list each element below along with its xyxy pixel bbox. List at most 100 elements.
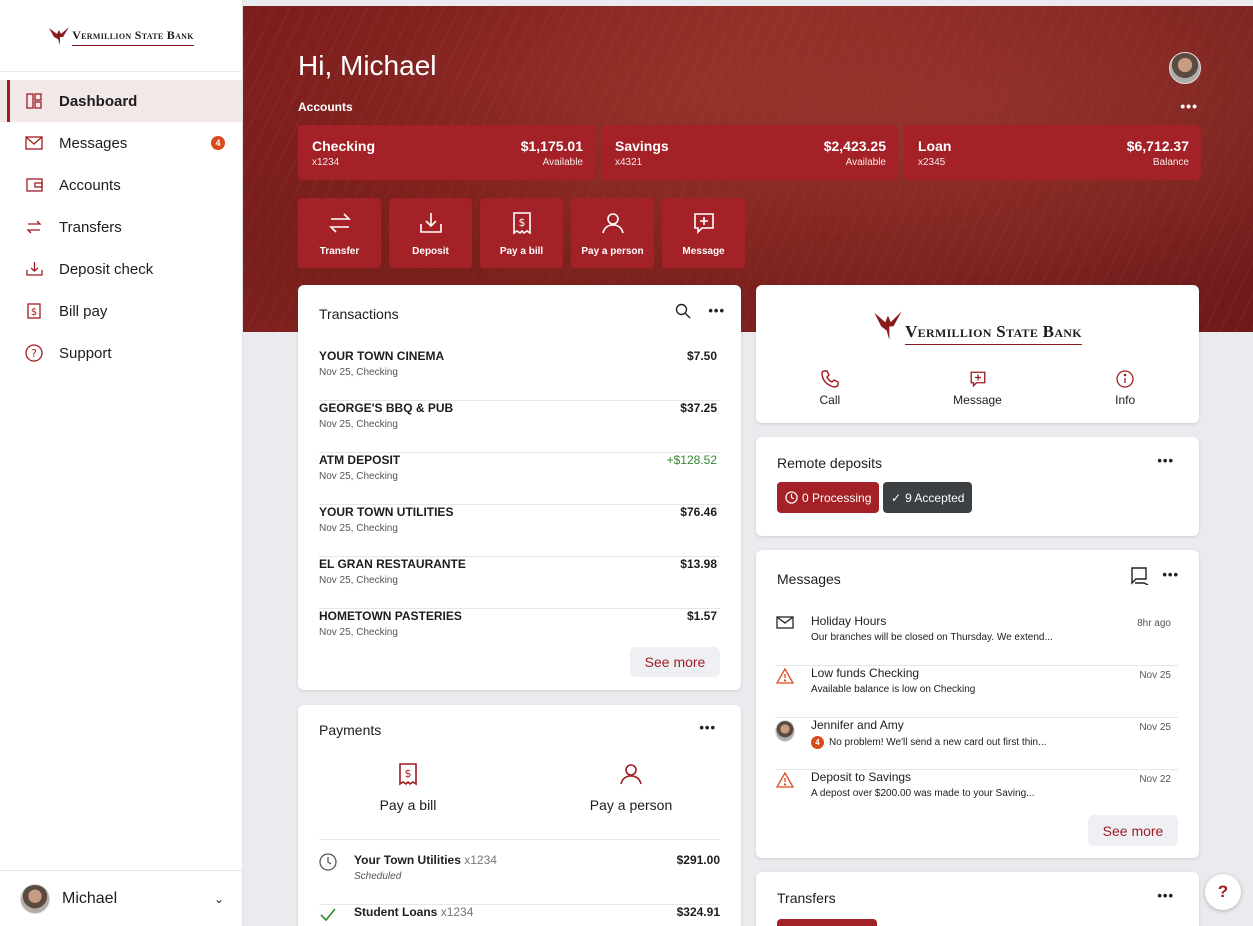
envelope-icon (24, 133, 44, 153)
list-item[interactable]: Low funds Checking Available balance is … (775, 666, 1178, 718)
info-button[interactable]: Info (1051, 369, 1199, 407)
transactions-card: Transactions ••• YOUR TOWN CINEMA Nov 25… (298, 285, 741, 690)
sidebar-item-bill-pay[interactable]: $ Bill pay (0, 290, 242, 332)
message-preview: Our branches will be closed on Thursday.… (811, 632, 1053, 643)
pay-bill-button[interactable]: $ Pay a bill (480, 198, 563, 268)
accepted-count: 9 Accepted (905, 490, 965, 505)
sidebar-item-label: Support (59, 344, 112, 362)
more-options-icon[interactable]: ••• (1180, 98, 1198, 114)
bill-icon: $ (512, 210, 532, 236)
call-button[interactable]: Call (756, 369, 904, 407)
message-button[interactable]: Message (904, 369, 1052, 407)
more-options-icon[interactable]: ••• (1157, 453, 1174, 468)
bank-logo[interactable]: Vermillion State Bank (0, 0, 242, 72)
transaction-date: Nov 25, Checking (319, 523, 398, 534)
more-options-icon[interactable]: ••• (708, 303, 725, 318)
list-item[interactable]: Holiday Hours Our branches will be close… (775, 614, 1178, 666)
svg-text:?: ? (31, 347, 37, 360)
transaction-amount: $7.50 (686, 349, 717, 363)
table-row[interactable]: YOUR TOWN UTILITIES Nov 25, Checking $76… (319, 505, 720, 557)
account-card-savings[interactable]: Savings x4321 $2,423.25 Available (601, 125, 898, 180)
sidebar-item-label: Accounts (59, 176, 121, 194)
see-more-transactions-button[interactable]: See more (630, 647, 720, 677)
warning-icon (775, 668, 795, 684)
user-name: Michael (62, 889, 118, 907)
deposit-icon (24, 259, 44, 279)
quick-actions: Transfer Deposit $ Pay a bill Pay a pers… (298, 198, 745, 268)
transaction-name: YOUR TOWN UTILITIES (319, 505, 454, 519)
sidebar-item-support[interactable]: ? Support (0, 332, 242, 374)
more-options-icon[interactable]: ••• (1162, 567, 1179, 582)
sidebar-item-transfers[interactable]: Transfers (0, 206, 242, 248)
list-item[interactable]: Jennifer and Amy 4 No problem! We'll send… (775, 718, 1178, 770)
info-label: Info (1115, 393, 1136, 407)
transaction-name: GEORGE'S BBQ & PUB (319, 401, 454, 415)
pay-person-button[interactable]: Pay a person (571, 198, 654, 268)
bill-icon: $ (24, 301, 44, 321)
svg-text:$: $ (31, 307, 37, 318)
payee-name: Student Loans x1234 (354, 905, 474, 919)
divider (319, 839, 720, 840)
payment-amount: $291.00 (676, 853, 720, 867)
pay-person-option[interactable]: Pay a person (576, 762, 686, 813)
sidebar-item-label: Transfers (59, 218, 122, 236)
table-row[interactable]: GEORGE'S BBQ & PUB Nov 25, Checking $37.… (319, 401, 720, 453)
transfers-action-button[interactable] (777, 919, 877, 926)
unread-count-badge: 4 (811, 736, 824, 749)
account-balance: $1,175.01 (520, 138, 583, 154)
list-item[interactable]: Your Town Utilities x1234 Scheduled $291… (319, 853, 720, 905)
check-icon (319, 905, 337, 926)
table-row[interactable]: YOUR TOWN CINEMA Nov 25, Checking $7.50 (319, 349, 720, 401)
sidebar-nav: Dashboard Messages 4 Accounts Transfers (0, 80, 242, 374)
action-label: Pay a bill (499, 246, 544, 257)
sidebar-item-deposit-check[interactable]: Deposit check (0, 248, 242, 290)
more-options-icon[interactable]: ••• (1157, 888, 1174, 903)
transaction-name: YOUR TOWN CINEMA (319, 349, 445, 363)
table-row[interactable]: ATM DEPOSIT Nov 25, Checking +$128.52 (319, 453, 720, 505)
warning-icon (775, 772, 795, 788)
transactions-title: Transactions (319, 306, 399, 322)
person-icon (619, 764, 643, 790)
account-card-loan[interactable]: Loan x2345 $6,712.37 Balance (904, 125, 1201, 180)
message-plus-icon (904, 369, 1052, 389)
sidebar-item-label: Dashboard (59, 92, 138, 110)
chat-icon[interactable] (1131, 567, 1149, 590)
sidebar-item-dashboard[interactable]: Dashboard (0, 80, 242, 122)
message-subject: Holiday Hours (811, 614, 887, 628)
message-button[interactable]: Message (662, 198, 745, 268)
action-label: Transfer (319, 246, 360, 257)
sidebar-item-accounts[interactable]: Accounts (0, 164, 242, 206)
payment-amount: $324.91 (676, 905, 720, 919)
sidebar-item-label: Deposit check (59, 260, 154, 278)
pay-bill-option[interactable]: $ Pay a bill (358, 762, 458, 813)
pay-person-label: Pay a person (589, 797, 673, 813)
avatar (20, 883, 50, 914)
user-menu[interactable]: Michael ⌄ (0, 870, 242, 926)
more-options-icon[interactable]: ••• (699, 720, 716, 735)
message-time: Nov 25 (1139, 722, 1171, 733)
help-button[interactable]: ? (1205, 874, 1241, 910)
processing-filter-button[interactable]: 0 Processing (777, 482, 880, 513)
sidebar-item-messages[interactable]: Messages 4 (0, 122, 242, 164)
transaction-amount: +$128.52 (666, 453, 717, 467)
message-preview: Available balance is low on Checking (811, 684, 976, 695)
table-row[interactable]: EL GRAN RESTAURANTE Nov 25, Checking $13… (319, 557, 720, 609)
call-label: Call (819, 393, 841, 407)
help-circle-icon: ? (24, 343, 44, 363)
avatar[interactable] (1169, 52, 1201, 84)
action-label: Message (682, 246, 725, 257)
bank-contact-card: Vermillion State Bank Call Message Info (756, 285, 1199, 423)
accounts-label: Accounts (298, 100, 353, 114)
deposit-button[interactable]: Deposit (389, 198, 472, 268)
search-icon[interactable] (675, 303, 691, 324)
transfer-button[interactable]: Transfer (298, 198, 381, 268)
transaction-amount: $76.46 (680, 505, 717, 519)
account-card-checking[interactable]: Checking x1234 $1,175.01 Available (298, 125, 595, 180)
list-item[interactable]: Student Loans x1234 $324.91 (319, 905, 720, 926)
see-more-messages-button[interactable]: See more (1088, 815, 1178, 846)
transaction-date: Nov 25, Checking (319, 367, 398, 378)
accepted-filter-button[interactable]: ✓ 9 Accepted (883, 482, 973, 513)
message-preview: 4 No problem! We'll send a new card out f… (811, 736, 1046, 749)
message-plus-icon (692, 210, 716, 236)
person-icon (601, 210, 625, 236)
